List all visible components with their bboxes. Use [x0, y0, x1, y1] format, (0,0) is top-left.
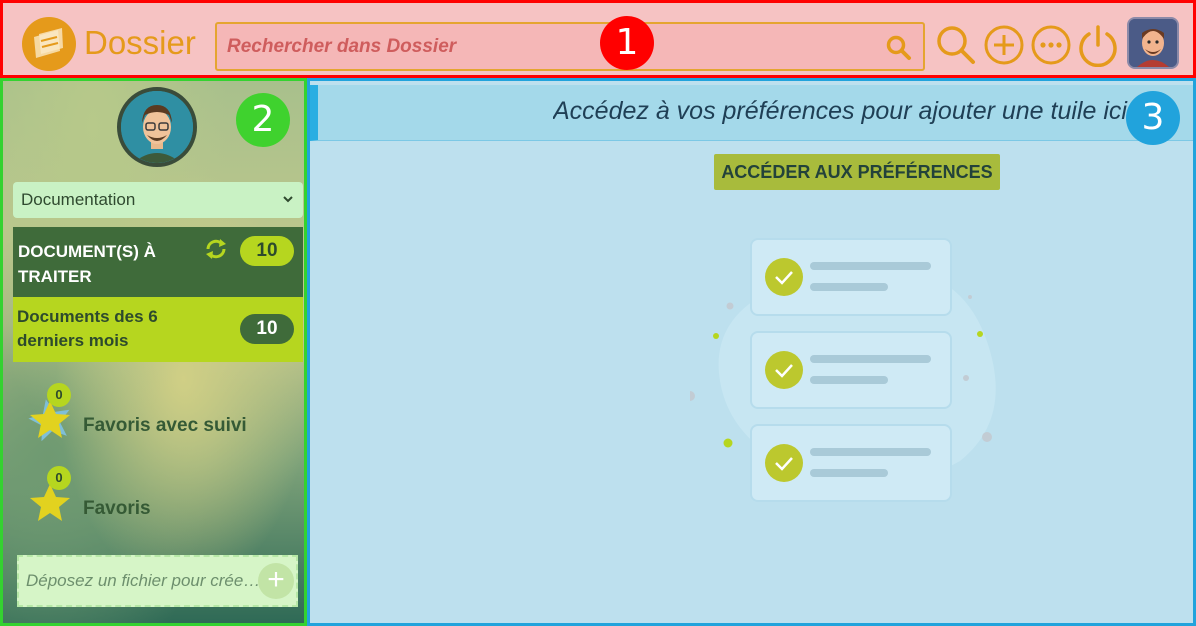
zone-badge-3: 3: [1126, 91, 1180, 145]
sidebar: 2 Documentation DOCUMENT(S) À TRAITER 10…: [0, 78, 307, 626]
recent-label: Documents des 6 derniers mois: [17, 307, 158, 350]
zone-badge-2: 2: [236, 93, 290, 147]
preferences-button[interactable]: ACCÉDER AUX PRÉFÉRENCES: [714, 154, 1000, 190]
search-bar[interactable]: [215, 22, 925, 71]
zone-badge-1: 1: [600, 16, 654, 70]
more-circle-icon[interactable]: [1029, 23, 1073, 67]
user-avatar-icon[interactable]: [1127, 17, 1179, 69]
top-bar: Dossier 1: [0, 0, 1196, 78]
favorites-label: Favoris: [83, 498, 151, 519]
recent-documents-tile[interactable]: Documents des 6 derniers mois 10: [13, 297, 303, 362]
chevron-down-icon: [281, 192, 295, 211]
info-banner: Accédez à vos préférences pour ajouter u…: [310, 85, 1193, 141]
main-content: Accédez à vos préférences pour ajouter u…: [307, 78, 1196, 626]
search-input[interactable]: [225, 34, 865, 60]
favorites-item[interactable]: 0 Favoris: [27, 466, 297, 526]
file-dropzone[interactable]: Déposez un fichier pour créer un documen…: [17, 555, 298, 607]
power-icon[interactable]: [1076, 23, 1120, 68]
favorites-followed-label: Favoris avec suivi: [83, 415, 247, 436]
profile-avatar[interactable]: [117, 87, 197, 167]
zoom-search-icon[interactable]: [934, 23, 978, 67]
favorites-followed-count: 0: [47, 383, 71, 407]
favorites-count: 0: [47, 466, 71, 490]
favorites-followed-item[interactable]: 0 Favoris avec suivi: [27, 383, 297, 443]
profile-select[interactable]: Documentation: [13, 182, 303, 218]
todo-label: DOCUMENT(S) À TRAITER: [18, 242, 156, 286]
add-icon[interactable]: +: [258, 563, 294, 599]
search-icon[interactable]: [885, 34, 913, 62]
todo-count-badge: 10: [240, 236, 294, 266]
checklist-illustration: [685, 231, 1020, 516]
banner-text: Accédez à vos préférences pour ajouter u…: [553, 97, 1127, 125]
profile-select-value: Documentation: [21, 190, 136, 209]
logo-icon[interactable]: [22, 17, 76, 71]
refresh-icon[interactable]: [203, 236, 229, 262]
todo-documents-tile[interactable]: DOCUMENT(S) À TRAITER 10: [13, 227, 303, 297]
plus-circle-icon[interactable]: [982, 23, 1026, 67]
app-title: Dossier: [84, 24, 196, 61]
recent-count-badge: 10: [240, 314, 294, 344]
dropzone-text: Déposez un fichier pour créer un documen…: [26, 571, 262, 590]
